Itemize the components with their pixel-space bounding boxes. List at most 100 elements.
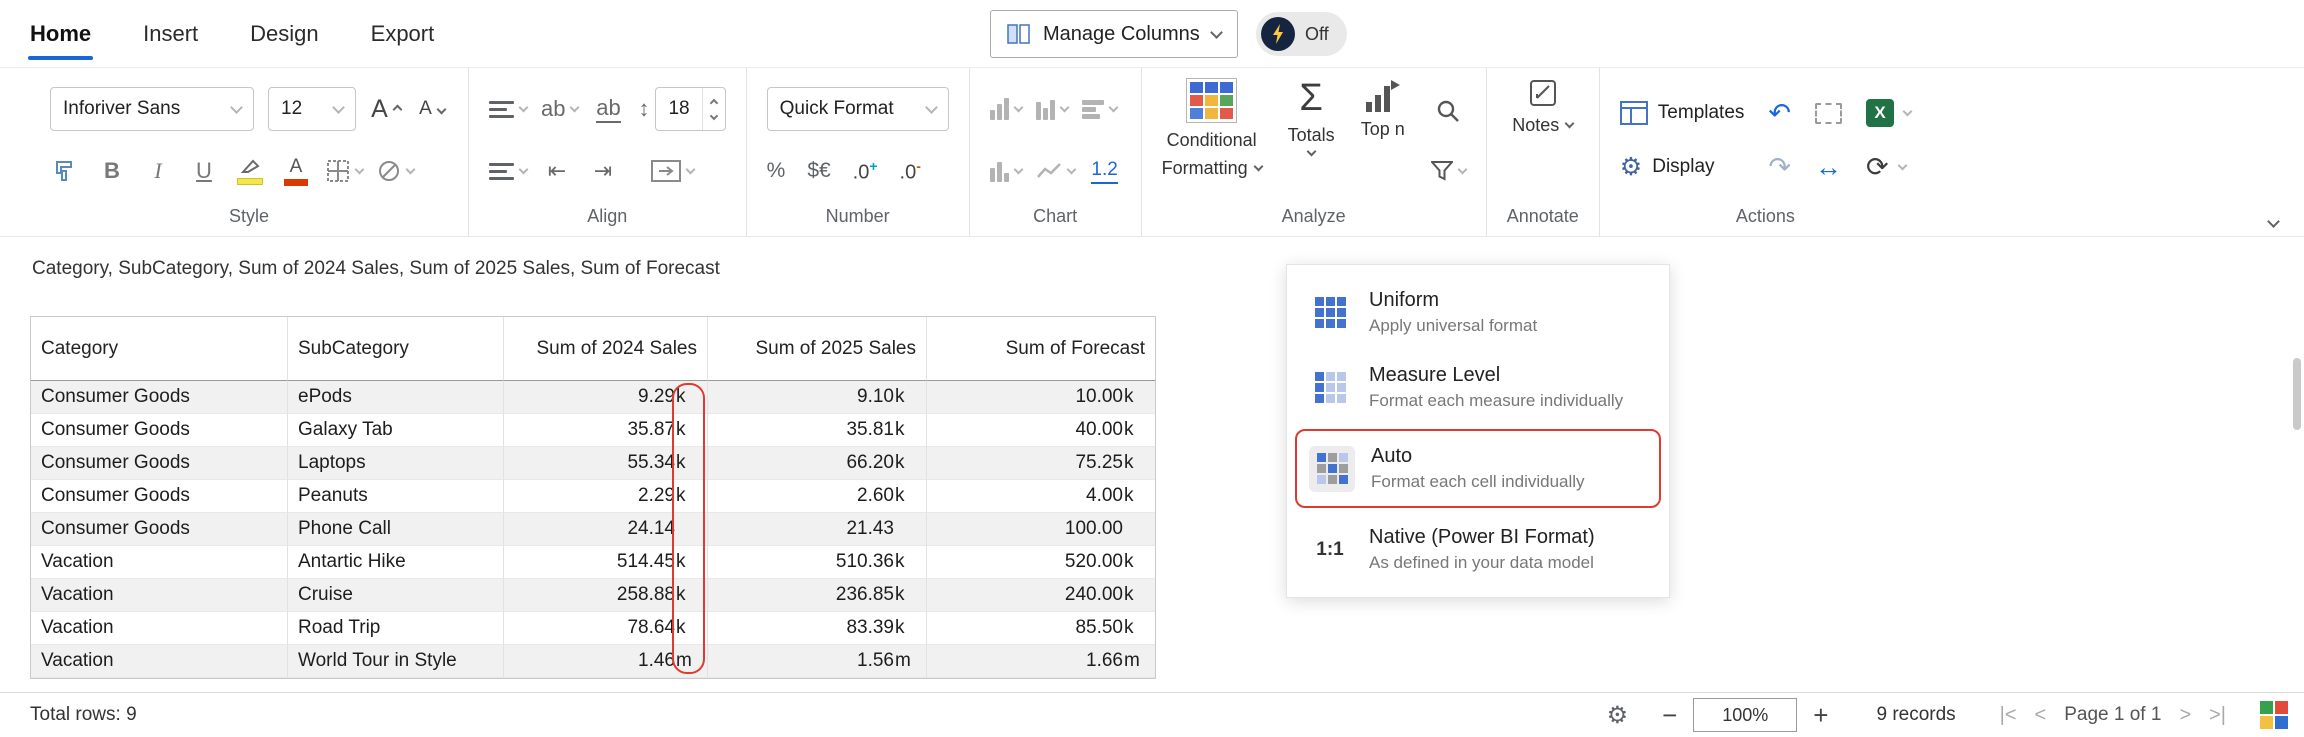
cell-category[interactable]: Vacation xyxy=(31,579,288,612)
zoom-out-button[interactable]: − xyxy=(1654,700,1685,731)
zoom-in-button[interactable]: + xyxy=(1805,700,1836,731)
menu-item-measure-level[interactable]: Measure Level Format each measure indivi… xyxy=(1295,350,1661,425)
top-n-button[interactable]: Top n xyxy=(1361,74,1405,206)
cell-forecast[interactable]: 1.66m xyxy=(927,645,1155,678)
decrease-indent-button[interactable]: ⇤ xyxy=(541,151,573,191)
column-header-subcategory[interactable]: SubCategory xyxy=(288,317,504,381)
refresh-button[interactable]: ⟳ xyxy=(1866,145,1911,189)
cell-subcategory[interactable]: Road Trip xyxy=(288,612,504,645)
cell-2025[interactable]: 35.81k xyxy=(708,414,927,447)
column-header-2024-sales[interactable]: Sum of 2024 Sales xyxy=(504,317,708,381)
clear-formatting-button[interactable] xyxy=(377,151,414,191)
collapse-ribbon-chevron[interactable] xyxy=(2267,215,2280,228)
last-page-button[interactable]: >| xyxy=(2209,704,2226,727)
cell-forecast[interactable]: 75.25k xyxy=(927,447,1155,480)
font-size-select[interactable]: 12 xyxy=(268,87,356,131)
increase-decimals-button[interactable]: .0+ xyxy=(853,158,878,185)
cell-category[interactable]: Consumer Goods xyxy=(31,414,288,447)
fit-width-button[interactable]: ↔ xyxy=(1815,145,1842,189)
font-color-button[interactable]: A xyxy=(280,151,312,191)
column-header-2025-sales[interactable]: Sum of 2025 Sales xyxy=(708,317,927,381)
merge-cells-button[interactable] xyxy=(651,151,694,191)
power-toggle[interactable]: Off xyxy=(1256,12,1347,56)
cell-2024[interactable]: 514.45k xyxy=(504,546,708,579)
quick-format-select[interactable]: Quick Format xyxy=(767,87,949,131)
cell-forecast[interactable]: 100.00 xyxy=(927,513,1155,546)
increase-indent-button[interactable]: ⇥ xyxy=(587,151,619,191)
column-header-forecast[interactable]: Sum of Forecast xyxy=(927,317,1155,381)
menu-item-uniform[interactable]: Uniform Apply universal format xyxy=(1295,275,1661,350)
cell-forecast[interactable]: 520.00k xyxy=(927,546,1155,579)
stepper-arrows[interactable] xyxy=(702,88,725,130)
previous-page-button[interactable]: < xyxy=(2035,704,2047,727)
cell-category[interactable]: Consumer Goods xyxy=(31,447,288,480)
column-header-category[interactable]: Category xyxy=(31,317,288,381)
cell-2025[interactable]: 21.43 xyxy=(708,513,927,546)
cell-forecast[interactable]: 40.00k xyxy=(927,414,1155,447)
cell-2025[interactable]: 83.39k xyxy=(708,612,927,645)
cell-category[interactable]: Vacation xyxy=(31,645,288,678)
chart-decimals-button[interactable]: 1.2 xyxy=(1089,151,1121,191)
zoom-level-value[interactable]: 100% xyxy=(1693,698,1797,732)
manage-columns-button[interactable]: Manage Columns xyxy=(990,10,1238,58)
notes-button[interactable]: Notes xyxy=(1512,74,1573,206)
cell-forecast[interactable]: 85.50k xyxy=(927,612,1155,645)
decrease-font-button[interactable]: A xyxy=(416,89,448,129)
display-button[interactable]: ⚙ Display xyxy=(1620,145,1745,189)
cell-2025[interactable]: 66.20k xyxy=(708,447,927,480)
cell-2025[interactable]: 9.10k xyxy=(708,381,927,414)
cell-subcategory[interactable]: Laptops xyxy=(288,447,504,480)
cell-subcategory[interactable]: Galaxy Tab xyxy=(288,414,504,447)
cell-2024[interactable]: 2.29k xyxy=(504,480,708,513)
cell-2024[interactable]: 258.88k xyxy=(504,579,708,612)
cell-forecast[interactable]: 240.00k xyxy=(927,579,1155,612)
horizontal-align-button[interactable] xyxy=(489,89,527,129)
increase-font-button[interactable]: A xyxy=(370,89,402,129)
search-button[interactable] xyxy=(1431,91,1466,131)
totals-button[interactable]: Σ Totals xyxy=(1288,74,1335,206)
cell-2025[interactable]: 2.60k xyxy=(708,480,927,513)
cell-2024[interactable]: 35.87k xyxy=(504,414,708,447)
tab-design[interactable]: Design xyxy=(250,0,318,68)
export-excel-button[interactable]: X xyxy=(1866,91,1911,135)
cell-category[interactable]: Consumer Goods xyxy=(31,381,288,414)
menu-item-native[interactable]: 1:1 Native (Power BI Format) As defined … xyxy=(1295,512,1661,587)
cell-subcategory[interactable]: Cruise xyxy=(288,579,504,612)
tab-home[interactable]: Home xyxy=(30,0,91,68)
bold-button[interactable]: B xyxy=(96,151,128,191)
line-chart-button[interactable] xyxy=(1036,151,1075,191)
cell-forecast[interactable]: 10.00k xyxy=(927,381,1155,414)
borders-button[interactable] xyxy=(326,151,363,191)
filter-button[interactable] xyxy=(1431,151,1466,191)
cell-category[interactable]: Consumer Goods xyxy=(31,513,288,546)
next-page-button[interactable]: > xyxy=(2179,704,2191,727)
undo-button[interactable]: ↶ xyxy=(1768,91,1791,135)
stacked-chart-button[interactable] xyxy=(1036,89,1068,129)
first-page-button[interactable]: |< xyxy=(2000,704,2017,727)
selection-mode-button[interactable] xyxy=(1815,91,1842,135)
decrease-decimals-button[interactable]: .0- xyxy=(900,158,921,185)
underline-button[interactable]: U xyxy=(188,151,220,191)
cell-forecast[interactable]: 4.00k xyxy=(927,480,1155,513)
text-overflow-button[interactable]: ab xyxy=(592,89,624,129)
cell-2024[interactable]: 24.14 xyxy=(504,513,708,546)
cell-subcategory[interactable]: Antartic Hike xyxy=(288,546,504,579)
currency-format-button[interactable]: $€ xyxy=(807,159,830,183)
cell-category[interactable]: Consumer Goods xyxy=(31,480,288,513)
percent-format-button[interactable]: % xyxy=(767,159,786,183)
cell-subcategory[interactable]: World Tour in Style xyxy=(288,645,504,678)
cell-subcategory[interactable]: Peanuts xyxy=(288,480,504,513)
tab-insert[interactable]: Insert xyxy=(143,0,198,68)
column-chart-button[interactable] xyxy=(990,89,1022,129)
cell-2025[interactable]: 510.36k xyxy=(708,546,927,579)
format-painter-button[interactable] xyxy=(50,151,82,191)
combo-chart-button[interactable] xyxy=(990,151,1022,191)
cell-2025[interactable]: 1.56m xyxy=(708,645,927,678)
cell-2025[interactable]: 236.85k xyxy=(708,579,927,612)
menu-item-auto[interactable]: Auto Format each cell individually xyxy=(1295,429,1661,508)
font-family-select[interactable]: Inforiver Sans xyxy=(50,87,254,131)
cell-category[interactable]: Vacation xyxy=(31,546,288,579)
cell-2024[interactable]: 9.29k xyxy=(504,381,708,414)
conditional-formatting-button[interactable]: Conditional Formatting xyxy=(1162,74,1262,206)
tab-export[interactable]: Export xyxy=(371,0,435,68)
